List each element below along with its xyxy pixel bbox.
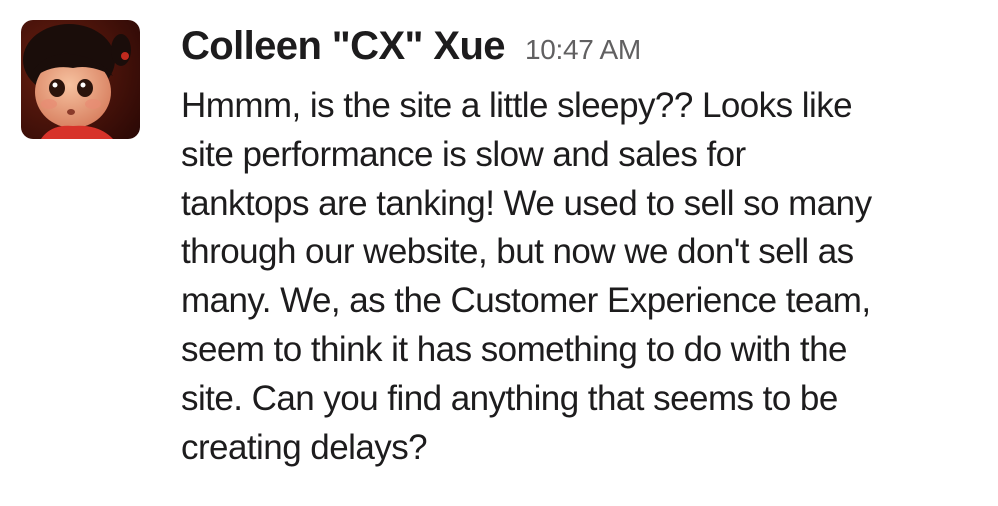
avatar[interactable]	[21, 20, 140, 139]
message-timestamp[interactable]: 10:47 AM	[525, 34, 641, 66]
user-avatar-icon	[21, 20, 140, 139]
message-line: tanktops are tanking! We used to sell so…	[181, 183, 872, 223]
message-line: site performance is slow and sales for	[181, 134, 746, 174]
message-line: through our website, but now we don't se…	[181, 232, 854, 272]
message-line: Hmmm, is the site a little sleepy?? Look…	[181, 86, 853, 125]
message-body: Hmmm, is the site a little sleepy?? Look…	[181, 82, 981, 472]
author-name[interactable]: Colleen "CX" Xue	[181, 24, 506, 69]
message-header: Colleen "CX" Xue 10:47 AM	[181, 24, 641, 74]
message-line: seem to think it has something to do wit…	[181, 329, 847, 369]
message-line: many. We, as the Customer Experience tea…	[181, 281, 871, 321]
message-line: site. Can you find anything that seems t…	[181, 378, 838, 418]
message-line: creating delays?	[181, 427, 428, 467]
chat-message: Colleen "CX" Xue 10:47 AM Hmmm, is the s…	[0, 0, 998, 506]
